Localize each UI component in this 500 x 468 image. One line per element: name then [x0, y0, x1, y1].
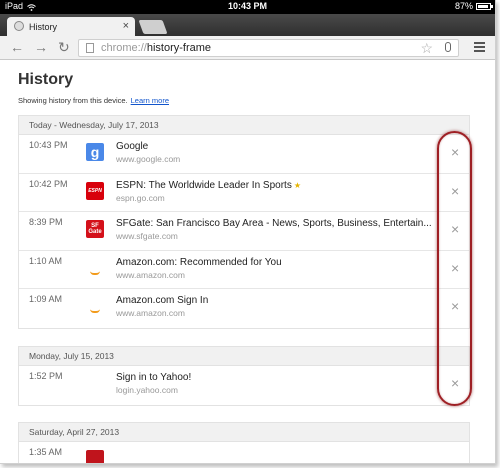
- history-entry[interactable]: 1:10 AM a Amazon.com: Recommended for Yo…: [19, 251, 469, 289]
- entry-title[interactable]: ESPN: The Worldwide Leader In Sports ★: [116, 180, 301, 191]
- history-entry[interactable]: 1:35 AM: [19, 442, 469, 463]
- section-date: Monday, July 15, 2013: [19, 347, 469, 366]
- history-section: Saturday, April 27, 2013 1:35 AM: [18, 422, 470, 463]
- browser-toolbar: ← → ↻ chrome://history-frame ☆: [0, 36, 495, 60]
- entry-title[interactable]: Amazon.com Sign In: [116, 295, 208, 306]
- forward-arrow-icon[interactable]: →: [34, 39, 48, 55]
- remove-entry-icon[interactable]: ×: [451, 183, 459, 199]
- entry-time: 8:39 PM: [29, 217, 63, 227]
- status-time: 10:43 PM: [227, 1, 268, 11]
- tab-history[interactable]: History ×: [7, 17, 135, 36]
- history-entry[interactable]: 10:42 PM ESPN ESPN: The Worldwide Leader…: [19, 174, 469, 212]
- yahoo-icon: Y!: [86, 374, 104, 392]
- google-icon: g: [86, 143, 104, 161]
- close-tab-icon[interactable]: ×: [123, 20, 129, 32]
- remove-entry-icon[interactable]: ×: [451, 375, 459, 391]
- history-section: Today - Wednesday, July 17, 2013 10:43 P…: [18, 115, 470, 329]
- entry-url: www.sfgate.com: [116, 231, 178, 241]
- history-section: Monday, July 15, 2013 1:52 PM Y! Sign in…: [18, 346, 470, 406]
- page-title: History: [18, 71, 74, 88]
- entry-time: 1:35 AM: [29, 447, 63, 457]
- entry-time: 1:10 AM: [29, 255, 63, 266]
- page-icon: [86, 43, 94, 53]
- remove-entry-icon[interactable]: ×: [451, 144, 459, 160]
- remove-entry-icon[interactable]: ×: [451, 260, 459, 276]
- sfgate-icon: SF Gate: [86, 220, 104, 238]
- entry-title[interactable]: SFGate: San Francisco Bay Area - News, S…: [116, 218, 432, 229]
- history-entry[interactable]: 1:09 AM a Amazon.com Sign In www.amazon.…: [19, 289, 469, 328]
- entry-url: espn.go.com: [116, 192, 165, 203]
- url-text: chrome://history-frame: [101, 42, 212, 54]
- entry-url: www.amazon.com: [116, 308, 185, 318]
- entry-time: 1:52 PM: [29, 371, 63, 381]
- menu-icon[interactable]: [474, 42, 485, 52]
- entry-time: 1:09 AM: [29, 294, 63, 304]
- tab-title: History: [29, 22, 58, 32]
- address-bar[interactable]: chrome://history-frame ☆: [78, 39, 459, 57]
- remove-entry-icon[interactable]: ×: [451, 221, 459, 237]
- entry-time: 10:42 PM: [29, 178, 68, 189]
- section-date: Saturday, April 27, 2013: [19, 423, 469, 442]
- screenshot-frame: iPad 10:43 PM 87% History × ← → ↻ chrome…: [0, 0, 496, 464]
- amazon-icon: a: [86, 297, 104, 315]
- history-page: History Showing history from this device…: [0, 61, 495, 463]
- history-favicon-icon: [14, 21, 24, 31]
- history-entry[interactable]: 8:39 PM SF Gate SFGate: San Francisco Bay…: [19, 212, 469, 251]
- section-date: Today - Wednesday, July 17, 2013: [19, 116, 469, 135]
- battery-icon: [476, 2, 493, 10]
- entry-url: www.google.com: [116, 154, 181, 164]
- page-subtitle: Showing history from this device. Learn m…: [18, 96, 169, 105]
- remove-entry-icon[interactable]: ×: [451, 298, 459, 314]
- back-arrow-icon[interactable]: ←: [10, 39, 24, 55]
- entry-title[interactable]: Google: [116, 141, 148, 152]
- tab-strip: History ×: [0, 14, 495, 36]
- espn-icon: ESPN: [86, 181, 104, 200]
- history-entry[interactable]: 10:43 PM g Google www.google.com ×: [19, 135, 469, 174]
- site-icon: [86, 450, 104, 463]
- battery-percent: 87%: [454, 1, 473, 11]
- entry-time: 10:43 PM: [29, 140, 68, 150]
- amazon-icon: a: [86, 258, 104, 277]
- new-tab-button[interactable]: [138, 20, 168, 34]
- entry-url: www.amazon.com: [116, 269, 185, 280]
- reload-icon[interactable]: ↻: [58, 39, 70, 56]
- entry-url: login.yahoo.com: [116, 385, 178, 395]
- entry-title[interactable]: Amazon.com: Recommended for You: [116, 257, 282, 268]
- microphone-icon[interactable]: [445, 42, 451, 52]
- ipad-status-bar: iPad 10:43 PM 87%: [0, 0, 495, 14]
- learn-more-link[interactable]: Learn more: [131, 96, 169, 105]
- entry-title[interactable]: Sign in to Yahoo!: [116, 372, 191, 383]
- star-badge-icon: ★: [293, 180, 302, 190]
- history-entry[interactable]: 1:52 PM Y! Sign in to Yahoo! login.yahoo…: [19, 366, 469, 405]
- bookmark-star-icon[interactable]: ☆: [420, 40, 433, 57]
